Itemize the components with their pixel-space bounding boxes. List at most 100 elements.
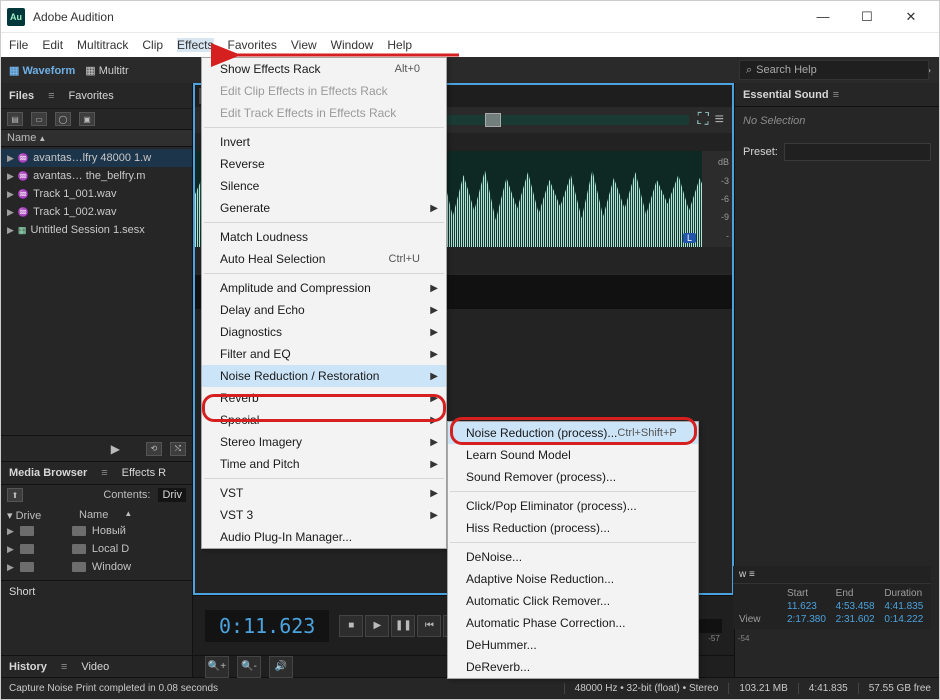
submenu-item[interactable]: Hiss Reduction (process)... <box>448 517 698 539</box>
tab-history[interactable]: History <box>9 661 47 673</box>
preset-dropdown[interactable] <box>784 143 931 161</box>
contents-value[interactable]: Driv <box>158 488 186 502</box>
submenu-arrow-icon: ▶ <box>430 349 438 360</box>
tab-favorites[interactable]: Favorites <box>69 90 114 102</box>
menu-clip[interactable]: Clip <box>142 38 163 52</box>
menu-item-label: Delay and Echo <box>220 303 305 317</box>
selection-view-panel: w ≡ Start End Duration 11.623 4:53.458 4… <box>733 566 931 629</box>
chevron-right-icon: ▶ <box>7 544 14 555</box>
chevron-right-icon: ▶ <box>7 207 14 218</box>
menu-item-label: Audio Plug-In Manager... <box>220 530 352 544</box>
tab-media-browser[interactable]: Media Browser <box>9 467 87 479</box>
menu-item-label: Filter and EQ <box>220 347 291 361</box>
menu-item[interactable]: VST▶ <box>202 482 446 504</box>
menu-item[interactable]: Silence <box>202 175 446 197</box>
zoom-out-icon[interactable]: 🔍- <box>237 656 261 678</box>
tab-shortcuts[interactable]: Short <box>1 580 192 602</box>
clip-icon[interactable]: ▣ <box>79 112 95 126</box>
submenu-item[interactable]: Adaptive Noise Reduction... <box>448 568 698 590</box>
menu-item[interactable]: Special▶ <box>202 409 446 431</box>
menu-item[interactable]: Delay and Echo▶ <box>202 299 446 321</box>
menu-window[interactable]: Window <box>331 38 374 52</box>
window-minimize-button[interactable]: — <box>801 3 845 31</box>
submenu-item[interactable]: Click/Pop Eliminator (process)... <box>448 495 698 517</box>
mode-waveform[interactable]: Waveform <box>9 64 75 77</box>
timecode-display[interactable]: 0:11.623 <box>219 614 315 638</box>
drive-row[interactable]: ▶Local D <box>7 540 186 558</box>
menu-multitrack[interactable]: Multitrack <box>77 38 128 52</box>
play-button[interactable]: ▶ <box>365 615 389 637</box>
menu-favorites[interactable]: Favorites <box>228 38 277 52</box>
menu-item[interactable]: Amplitude and Compression▶ <box>202 277 446 299</box>
menu-item[interactable]: Audio Plug-In Manager... <box>202 526 446 548</box>
files-list: ▶♒avantas…lfry 48000 1.w▶♒avantas… the_b… <box>1 147 192 241</box>
file-row[interactable]: ▶♒Track 1_002.wav <box>1 203 192 221</box>
zoom-tools-icon[interactable]: ⛶ <box>697 111 708 129</box>
submenu-item[interactable]: DeNoise... <box>448 546 698 568</box>
drive-row[interactable]: ▶Window <box>7 558 186 576</box>
submenu-item[interactable]: Learn Sound Model <box>448 444 698 466</box>
record-icon[interactable]: ◯ <box>55 112 71 126</box>
selview-header[interactable]: w ≡ <box>733 566 931 584</box>
submenu-item[interactable]: DeHummer... <box>448 634 698 656</box>
menu-item[interactable]: Show Effects RackAlt+0 <box>202 58 446 80</box>
pause-button[interactable]: ❚❚ <box>391 615 415 637</box>
menu-edit[interactable]: Edit <box>42 38 63 52</box>
search-help-input[interactable]: ⌕ Search Help <box>739 60 929 80</box>
stop-button[interactable]: ■ <box>339 615 363 637</box>
zoom-in-icon[interactable]: 🔍+ <box>205 656 229 678</box>
open-file-icon[interactable]: ▭ <box>31 112 47 126</box>
speaker-icon[interactable]: 🔊 <box>269 656 293 678</box>
menu-item[interactable]: Time and Pitch▶ <box>202 453 446 475</box>
menu-view[interactable]: View <box>291 38 317 52</box>
zoom-handle[interactable] <box>485 113 501 127</box>
submenu-item[interactable]: Noise Reduction (process)...Ctrl+Shift+P <box>448 422 698 444</box>
media-col-name[interactable]: Name <box>79 509 108 522</box>
autoplay-icon[interactable]: ⤭ <box>170 442 186 456</box>
tab-essential-sound[interactable]: Essential Sound <box>743 89 829 101</box>
drive-row[interactable]: ▶Новый <box>7 522 186 540</box>
menu-item[interactable]: Reverb▶ <box>202 387 446 409</box>
menu-item[interactable]: Noise Reduction / Restoration▶ <box>202 365 446 387</box>
window-maximize-button[interactable]: ☐ <box>845 3 889 31</box>
mode-multitrack[interactable]: ▦ Multitr <box>85 64 128 77</box>
prev-button[interactable]: ⏮ <box>417 615 441 637</box>
tab-files[interactable]: Files <box>9 90 34 102</box>
window-close-button[interactable]: ✕ <box>889 3 933 31</box>
menu-item[interactable]: Auto Heal SelectionCtrl+U <box>202 248 446 270</box>
menu-item[interactable]: Stereo Imagery▶ <box>202 431 446 453</box>
menu-item[interactable]: Reverse <box>202 153 446 175</box>
media-up-icon[interactable]: ⬆ <box>7 488 23 502</box>
file-row[interactable]: ▶♒Track 1_001.wav <box>1 185 192 203</box>
files-name-header[interactable]: Name▲ <box>1 129 192 147</box>
tab-effects-rack[interactable]: Effects R <box>122 467 166 479</box>
menu-item-label: Automatic Click Remover... <box>466 594 610 608</box>
loop-icon[interactable]: ⟲ <box>146 442 162 456</box>
menu-item[interactable]: Generate▶ <box>202 197 446 219</box>
menu-item[interactable]: Diagnostics▶ <box>202 321 446 343</box>
menu-effects[interactable]: Effects <box>177 38 213 52</box>
tab-video[interactable]: Video <box>81 661 109 673</box>
menu-item[interactable]: Match Loudness <box>202 226 446 248</box>
file-row[interactable]: ▶♒avantas…lfry 48000 1.w <box>1 149 192 167</box>
new-file-icon[interactable]: ▤ <box>7 112 23 126</box>
menu-item-label: Sound Remover (process)... <box>466 470 616 484</box>
submenu-item[interactable]: DeReverb... <box>448 656 698 678</box>
menu-item[interactable]: Filter and EQ ▶ <box>202 343 446 365</box>
menu-item-label: Learn Sound Model <box>466 448 571 462</box>
file-row[interactable]: ▶♒avantas… the_belfry.m <box>1 167 192 185</box>
submenu-item[interactable]: Automatic Phase Correction... <box>448 612 698 634</box>
menu-file[interactable]: File <box>9 38 28 52</box>
menu-item[interactable]: Invert <box>202 131 446 153</box>
panel-menu-icon[interactable]: ≡ <box>715 111 724 129</box>
menu-item[interactable]: VST 3▶ <box>202 504 446 526</box>
submenu-item[interactable]: Sound Remover (process)... <box>448 466 698 488</box>
menu-item-label: Reverb <box>220 391 259 405</box>
menu-help[interactable]: Help <box>387 38 412 52</box>
submenu-arrow-icon: ▶ <box>430 459 438 470</box>
file-row[interactable]: ▶▦Untitled Session 1.sesx <box>1 221 192 239</box>
play-preview-button[interactable]: ▶ <box>111 442 120 456</box>
submenu-item[interactable]: Automatic Click Remover... <box>448 590 698 612</box>
media-col-drive[interactable]: ▾ Drive <box>7 509 63 522</box>
menu-item-label: Adaptive Noise Reduction... <box>466 572 614 586</box>
